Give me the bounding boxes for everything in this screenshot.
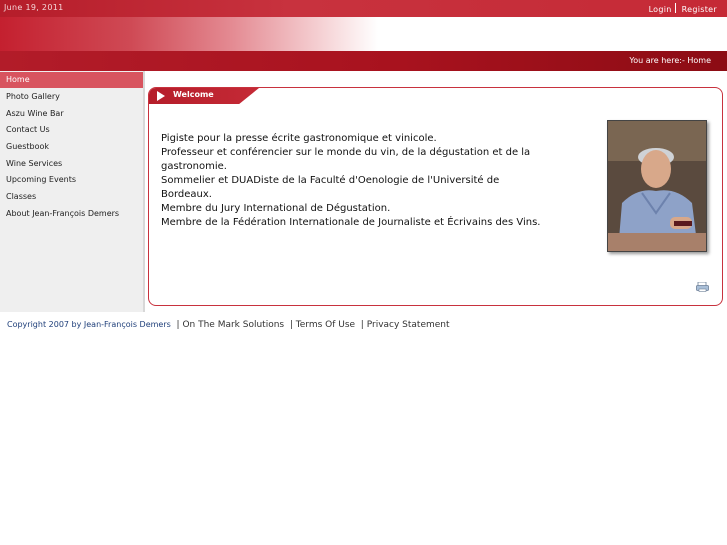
- copyright-text: Copyright 2007 by Jean-François Demers: [7, 320, 171, 329]
- current-date: June 19, 2011: [4, 3, 64, 12]
- footer-link-privacy[interactable]: Privacy Statement: [367, 320, 450, 330]
- sidebar-item-guestbook[interactable]: Guestbook: [0, 139, 143, 155]
- portrait-photo: [607, 120, 707, 252]
- footer-separator: |: [360, 320, 364, 330]
- sidebar-item-label: Upcoming Events: [6, 175, 77, 184]
- bio-line: Pigiste pour la presse écrite gastronomi…: [161, 133, 437, 144]
- sidebar-item-label: About Jean-François Demers: [6, 209, 120, 218]
- sidebar-item-label: Contact Us: [6, 125, 50, 134]
- register-link[interactable]: Register: [682, 5, 717, 14]
- welcome-tab: Welcome: [149, 88, 259, 104]
- footer: Copyright 2007 by Jean-François Demers |…: [7, 320, 450, 330]
- bio-line: Membre de la Fédération Internationale d…: [161, 217, 541, 228]
- tab-title: Welcome: [173, 90, 214, 99]
- breadcrumb: You are here:- Home: [629, 56, 711, 65]
- sidebar-item-label: Home: [6, 75, 30, 84]
- footer-separator: |: [289, 320, 293, 330]
- bio-line: gastronomie.: [161, 161, 227, 172]
- sidebar-item-about[interactable]: About Jean-François Demers: [0, 206, 143, 222]
- login-link[interactable]: Login: [649, 5, 672, 14]
- sidebar-item-classes[interactable]: Classes: [0, 189, 143, 205]
- footer-separator: |: [176, 320, 180, 330]
- account-links: Login Register: [649, 3, 717, 14]
- sidebar-nav: Home Photo Gallery Aszu Wine Bar Contact…: [0, 71, 145, 312]
- sidebar-item-home[interactable]: Home: [0, 72, 143, 88]
- bio-line: Professeur et conférencier sur le monde …: [161, 147, 531, 158]
- sidebar-item-upcoming-events[interactable]: Upcoming Events: [0, 172, 143, 188]
- header-banner: [0, 17, 727, 51]
- breadcrumb-bar: You are here:- Home: [0, 51, 727, 71]
- welcome-panel: Welcome Pigiste pour la presse écrite ga…: [148, 87, 723, 306]
- bio-line: Membre du Jury International de Dégustat…: [161, 203, 391, 214]
- footer-link-terms[interactable]: Terms Of Use: [296, 320, 355, 330]
- sidebar-item-label: Photo Gallery: [6, 92, 60, 101]
- sidebar-item-label: Wine Services: [6, 159, 63, 168]
- bio-text: Pigiste pour la presse écrite gastronomi…: [161, 132, 541, 230]
- sidebar-item-label: Guestbook: [6, 142, 49, 151]
- play-arrow-icon: [157, 91, 165, 101]
- portrait-image: [608, 121, 706, 251]
- bio-line: Sommelier et DUADiste de la Faculté d'Oe…: [161, 175, 500, 200]
- sidebar-item-label: Aszu Wine Bar: [6, 109, 64, 118]
- footer-link-on-the-mark[interactable]: On The Mark Solutions: [182, 320, 284, 330]
- link-divider: [674, 3, 676, 13]
- sidebar-item-photo-gallery[interactable]: Photo Gallery: [0, 89, 143, 105]
- sidebar-item-wine-services[interactable]: Wine Services: [0, 156, 143, 172]
- sidebar-item-contact-us[interactable]: Contact Us: [0, 122, 143, 138]
- sidebar-item-label: Classes: [6, 192, 37, 201]
- print-icon[interactable]: [696, 282, 709, 292]
- top-bar: June 19, 2011 Login Register: [0, 0, 727, 17]
- sidebar-item-aszu-wine-bar[interactable]: Aszu Wine Bar: [0, 106, 143, 122]
